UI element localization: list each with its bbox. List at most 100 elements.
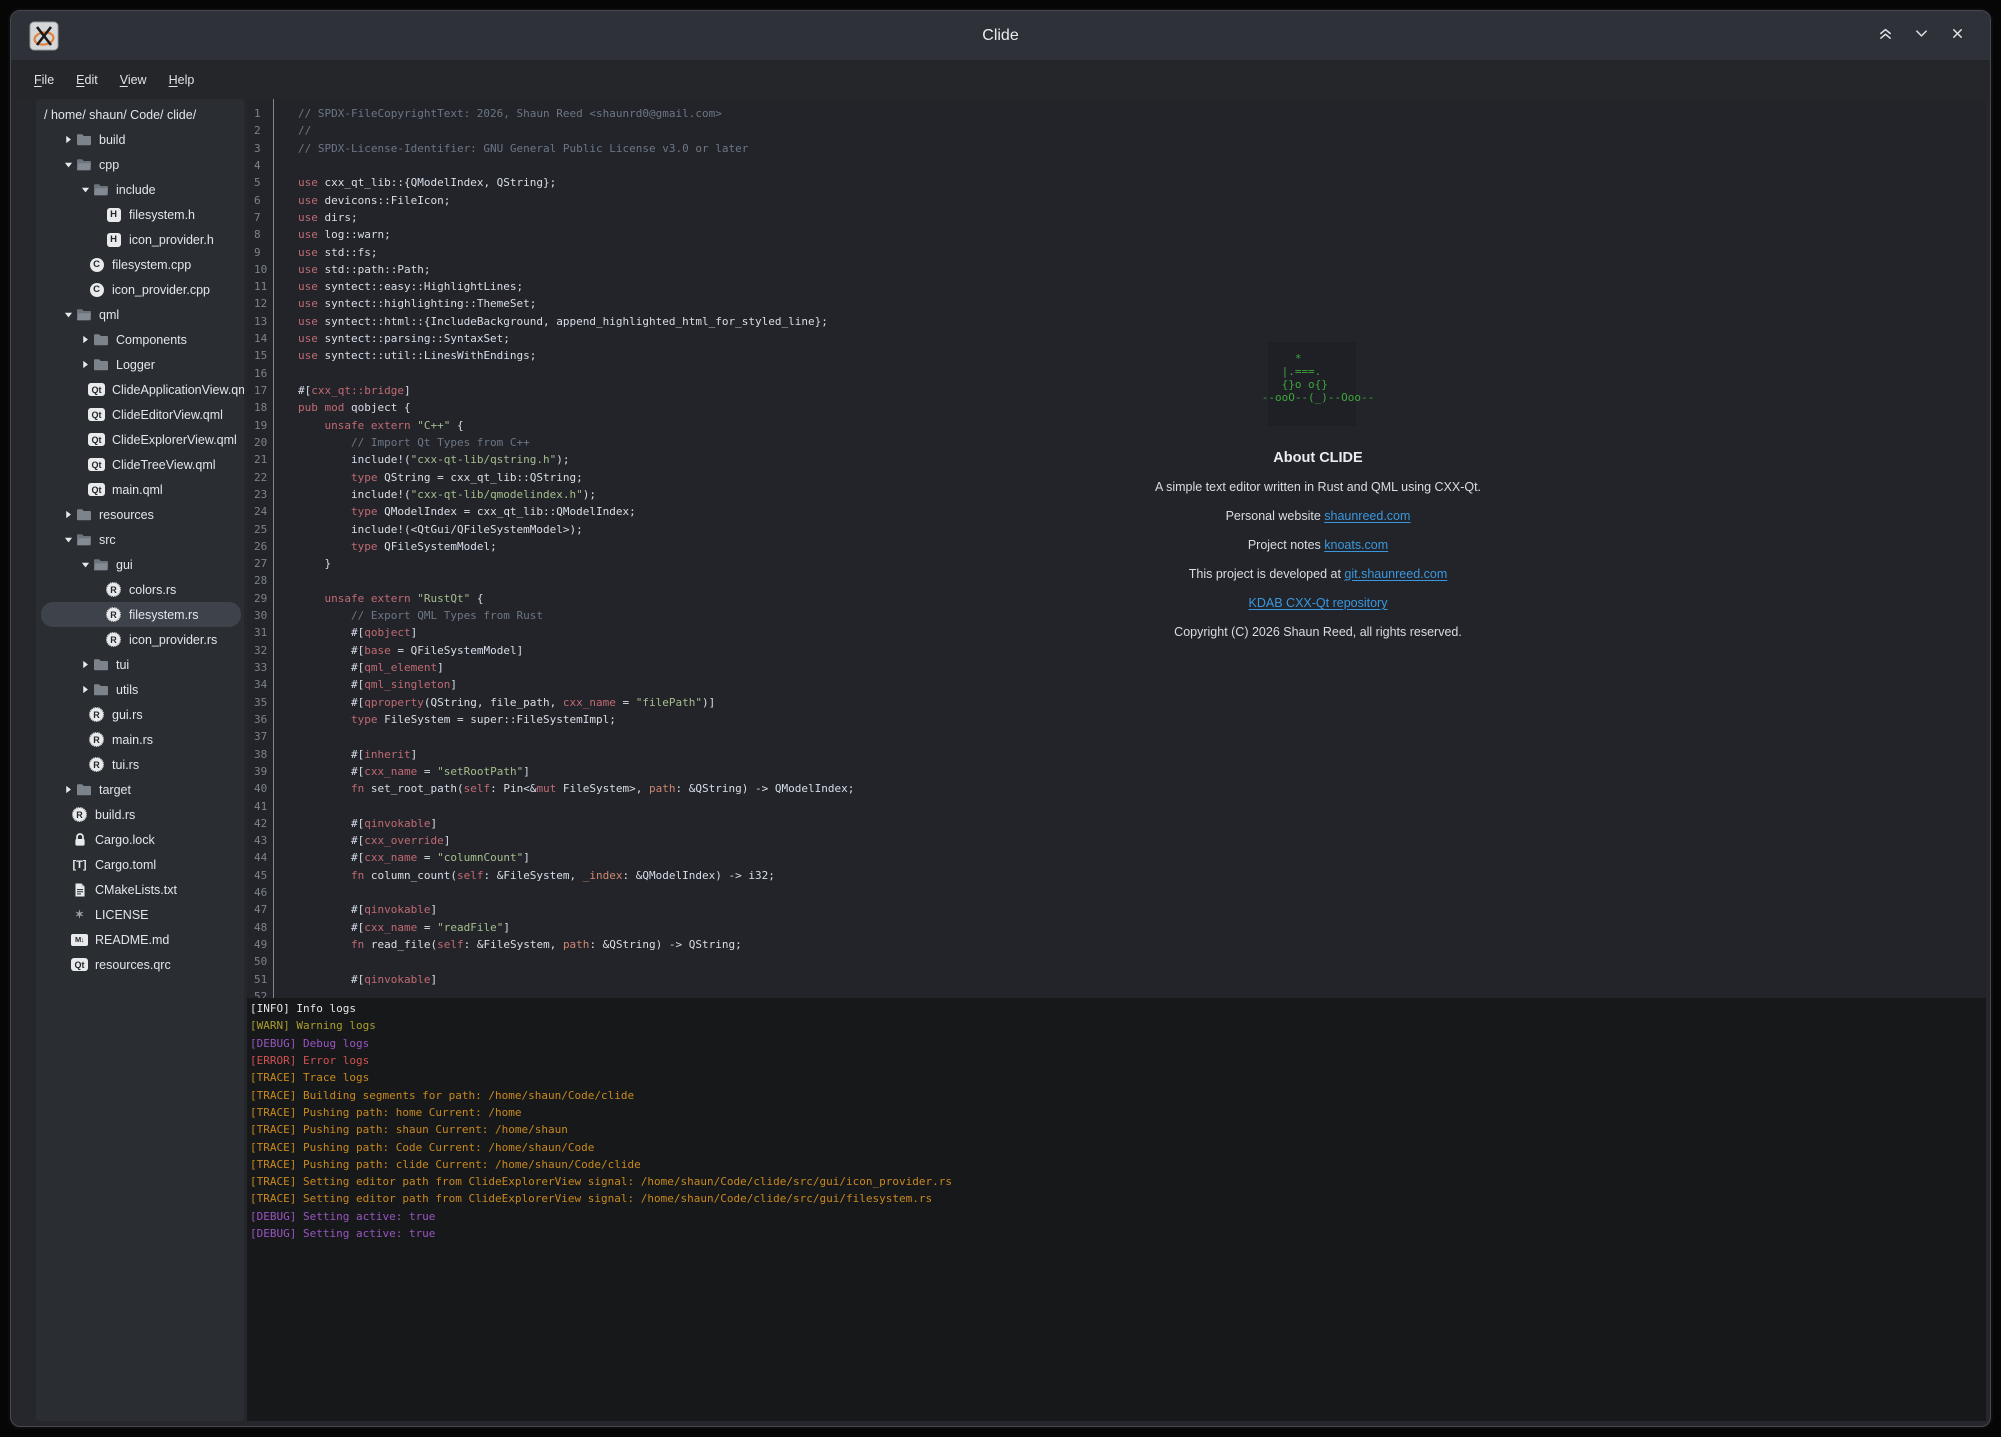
log-panel[interactable]: [INFO] Info logs[WARN] Warning logs[DEBU…: [247, 998, 1986, 1421]
tree-root-path[interactable]: / home/ shaun/ Code/ clide/: [36, 102, 244, 127]
tree-item-clideapplicationview-qml[interactable]: QtClideApplicationView.qml: [36, 377, 244, 402]
about-link[interactable]: KDAB CXX-Qt repository: [1249, 596, 1388, 610]
about-link[interactable]: knoats.com: [1324, 538, 1388, 552]
tree-item-license[interactable]: ✶LICENSE: [36, 902, 244, 927]
tree-item-filesystem-cpp[interactable]: Cfilesystem.cpp: [36, 252, 244, 277]
tree-item-include[interactable]: include: [36, 177, 244, 202]
line-number: 39: [247, 763, 273, 780]
line-number: 32: [247, 642, 273, 659]
folder-icon: [92, 356, 109, 373]
tree-item-label: icon_provider.rs: [129, 633, 217, 647]
chevron-right-icon[interactable]: [61, 508, 75, 522]
menu-item-file[interactable]: File: [23, 61, 65, 99]
line-number: 15: [247, 347, 273, 364]
tree-item-label: cpp: [99, 158, 119, 172]
about-title: About CLIDE: [1088, 450, 1548, 466]
code-line: 2//: [247, 122, 1986, 139]
code-line: 11use syntect::easy::HighlightLines;: [247, 278, 1986, 295]
code-line: 7use dirs;: [247, 209, 1986, 226]
tree-item-cmakelists-txt[interactable]: CMakeLists.txt: [36, 877, 244, 902]
chevron-right-icon[interactable]: [61, 783, 75, 797]
tree-item-clideeditorview-qml[interactable]: QtClideEditorView.qml: [36, 402, 244, 427]
tree-item-qml[interactable]: qml: [36, 302, 244, 327]
toml-file-icon: [T]: [71, 856, 88, 873]
tree-item-label: include: [116, 183, 156, 197]
tree-item-icon-provider-cpp[interactable]: Cicon_provider.cpp: [36, 277, 244, 302]
tree-item-filesystem-h[interactable]: Hfilesystem.h: [36, 202, 244, 227]
code-line: 6use devicons::FileIcon;: [247, 192, 1986, 209]
tree-item-logger[interactable]: Logger: [36, 352, 244, 377]
tree-item-target[interactable]: target: [36, 777, 244, 802]
about-link[interactable]: shaunreed.com: [1324, 509, 1410, 523]
tree-item-tui[interactable]: tui: [36, 652, 244, 677]
tree-item-icon-provider-rs[interactable]: Ricon_provider.rs: [36, 627, 244, 652]
tree-item-main-rs[interactable]: Rmain.rs: [36, 727, 244, 752]
code-line: 48 #[cxx_name = "readFile"]: [247, 919, 1986, 936]
line-number: 24: [247, 503, 273, 520]
folder-icon: [92, 681, 109, 698]
tree-item-clideexplorerview-qml[interactable]: QtClideExplorerView.qml: [36, 427, 244, 452]
tree-item-label: filesystem.rs: [129, 608, 198, 622]
tree-item-clidetreeview-qml[interactable]: QtClideTreeView.qml: [36, 452, 244, 477]
code-text: use syntect::highlighting::ThemeSet;: [298, 295, 536, 312]
tree-item-utils[interactable]: utils: [36, 677, 244, 702]
window-title: Clide: [11, 11, 1990, 61]
tree-item-cpp[interactable]: cpp: [36, 152, 244, 177]
rust-file-icon: R: [71, 806, 88, 823]
chevron-right-icon[interactable]: [61, 133, 75, 147]
tree-item-gui[interactable]: gui: [36, 552, 244, 577]
tree-item-src[interactable]: src: [36, 527, 244, 552]
menu-item-help[interactable]: Help: [158, 61, 206, 99]
tree-item-readme-md[interactable]: M↓README.md: [36, 927, 244, 952]
chevron-right-icon[interactable]: [78, 658, 92, 672]
tree-item-label: ClideEditorView.qml: [112, 408, 223, 422]
code-text: #[cxx_qt::bridge]: [298, 382, 411, 399]
tree-item-resources-qrc[interactable]: Qtresources.qrc: [36, 952, 244, 977]
tree-item-filesystem-rs[interactable]: Rfilesystem.rs: [36, 602, 244, 627]
code-line: 47 #[qinvokable]: [247, 901, 1986, 918]
line-number: 40: [247, 780, 273, 797]
code-text: fn set_root_path(self: Pin<&mut FileSyst…: [298, 780, 854, 797]
log-line: [TRACE] Pushing path: shaun Current: /ho…: [250, 1121, 1986, 1138]
line-number: 10: [247, 261, 273, 278]
tree-item-cargo-toml[interactable]: [T]Cargo.toml: [36, 852, 244, 877]
tree-item-colors-rs[interactable]: Rcolors.rs: [36, 577, 244, 602]
tree-item-resources[interactable]: resources: [36, 502, 244, 527]
code-editor[interactable]: 1// SPDX-FileCopyrightText: 2026, Shaun …: [247, 99, 1986, 998]
line-number: 36: [247, 711, 273, 728]
tree-item-tui-rs[interactable]: Rtui.rs: [36, 752, 244, 777]
menu-item-edit[interactable]: Edit: [65, 61, 109, 99]
qt-file-icon: Qt: [88, 456, 105, 473]
chevron-down-icon[interactable]: [61, 308, 75, 322]
code-line: 39 #[cxx_name = "setRootPath"]: [247, 763, 1986, 780]
chevron-down-icon[interactable]: [78, 183, 92, 197]
chevron-right-icon[interactable]: [78, 358, 92, 372]
h-header-file-icon: H: [105, 206, 122, 223]
chevron-down-icon[interactable]: [61, 533, 75, 547]
line-number: 11: [247, 278, 273, 295]
chevron-right-icon[interactable]: [78, 683, 92, 697]
tree-item-gui-rs[interactable]: Rgui.rs: [36, 702, 244, 727]
tree-item-components[interactable]: Components: [36, 327, 244, 352]
tree-item-build[interactable]: build: [36, 127, 244, 152]
code-line: 13use syntect::html::{IncludeBackground,…: [247, 313, 1986, 330]
code-text: fn read_file(self: &FileSystem, path: &Q…: [298, 936, 742, 953]
menu-item-view[interactable]: View: [109, 61, 158, 99]
maximize-button[interactable]: [1872, 24, 1898, 48]
tree-item-main-qml[interactable]: Qtmain.qml: [36, 477, 244, 502]
tree-item-cargo-lock[interactable]: Cargo.lock: [36, 827, 244, 852]
chevron-down-icon[interactable]: [78, 558, 92, 572]
code-text: // SPDX-FileCopyrightText: 2026, Shaun R…: [298, 105, 722, 122]
line-number: 48: [247, 919, 273, 936]
chevron-right-icon[interactable]: [78, 333, 92, 347]
line-number: 41: [247, 798, 273, 815]
chevron-down-icon[interactable]: [61, 158, 75, 172]
code-line: 33 #[qml_element]: [247, 659, 1986, 676]
tree-item-build-rs[interactable]: Rbuild.rs: [36, 802, 244, 827]
line-number: 27: [247, 555, 273, 572]
close-button[interactable]: [1944, 24, 1970, 48]
about-link[interactable]: git.shaunreed.com: [1344, 567, 1447, 581]
tree-item-icon-provider-h[interactable]: Hicon_provider.h: [36, 227, 244, 252]
file-tree: / home/ shaun/ Code/ clide/build cpp inclu…: [36, 99, 244, 1421]
minimize-button[interactable]: [1908, 24, 1934, 48]
